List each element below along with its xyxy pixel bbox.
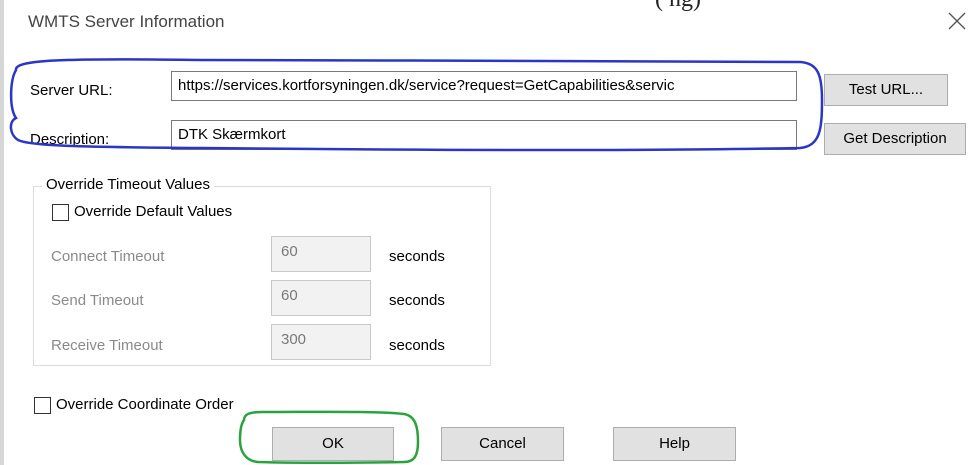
override-default-checkbox[interactable] <box>52 204 69 221</box>
override-default-label[interactable]: Override Default Values <box>74 203 232 220</box>
connect-timeout-label: Connect Timeout <box>51 248 165 265</box>
receive-timeout-unit: seconds <box>389 337 445 354</box>
description-label: Description: <box>30 131 110 148</box>
receive-timeout-label: Receive Timeout <box>51 337 163 354</box>
connect-timeout-unit: seconds <box>389 248 445 265</box>
description-input[interactable]: DTK Skærmkort <box>171 120 797 150</box>
connect-timeout-input[interactable]: 60 <box>271 236 371 272</box>
cancel-button[interactable]: Cancel <box>441 427 564 461</box>
close-icon[interactable] <box>946 10 968 32</box>
receive-timeout-input[interactable]: 300 <box>271 324 371 360</box>
override-coordinate-order-label[interactable]: Override Coordinate Order <box>56 396 234 413</box>
override-coordinate-order-checkbox[interactable] <box>34 397 51 414</box>
help-button[interactable]: Help <box>613 427 736 461</box>
window-title: WMTS Server Information <box>28 12 225 31</box>
server-url-input[interactable]: https://services.kortforsyningen.dk/serv… <box>171 71 797 101</box>
send-timeout-input[interactable]: 60 <box>271 280 371 316</box>
timeout-group-label: Override Timeout Values <box>42 176 214 193</box>
test-url-button[interactable]: Test URL... <box>824 74 948 106</box>
send-timeout-unit: seconds <box>389 292 445 309</box>
ok-button[interactable]: OK <box>272 427 394 461</box>
clipped-annotation-text: ( ng) <box>655 0 701 13</box>
get-description-button[interactable]: Get Description <box>824 123 966 155</box>
server-url-label: Server URL: <box>30 82 113 99</box>
window-left-edge <box>0 0 4 465</box>
send-timeout-label: Send Timeout <box>51 292 144 309</box>
